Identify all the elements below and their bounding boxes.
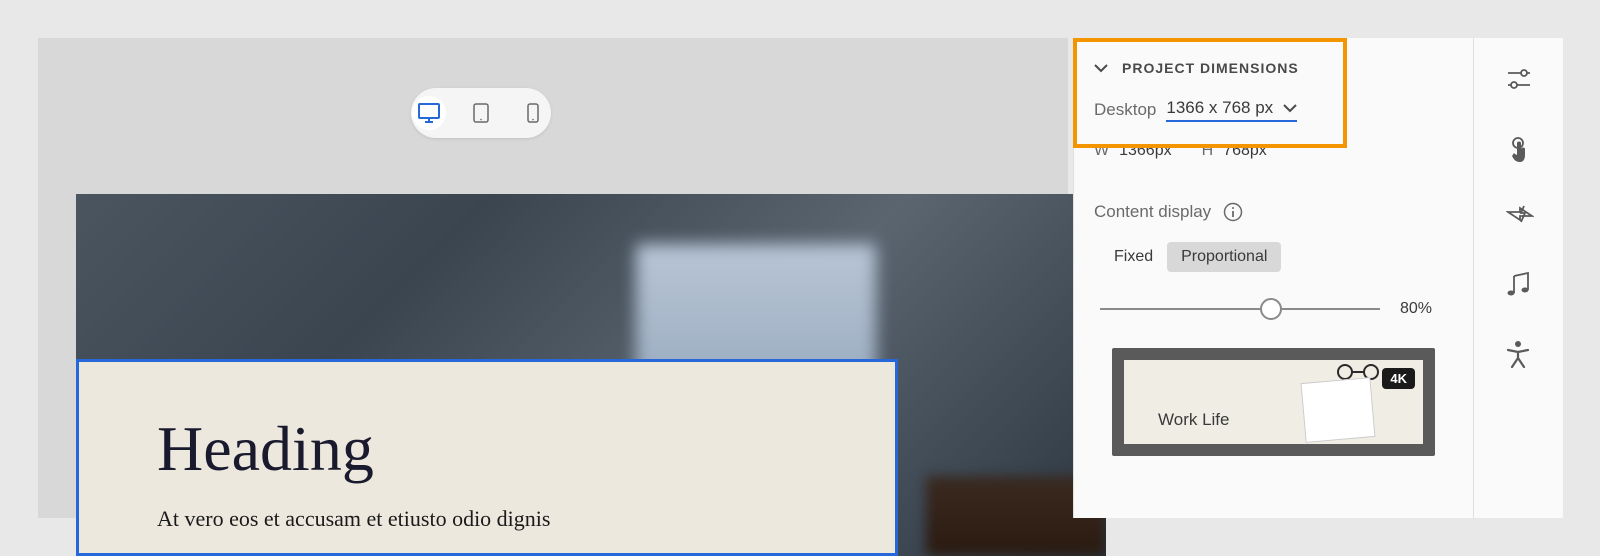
height-label: H <box>1202 142 1214 160</box>
settings-sliders-icon[interactable] <box>1506 68 1532 94</box>
dimensions-row: W 1366px H 768px <box>1094 142 1453 160</box>
notebook-graphic <box>1301 377 1376 443</box>
width-value[interactable]: 1366px <box>1119 142 1172 160</box>
display-toggle: Fixed Proportional <box>1100 242 1453 272</box>
canvas-area: Heading At vero eos et accusam et etiust… <box>38 38 1068 518</box>
text-card[interactable]: Heading At vero eos et accusam et etiust… <box>76 359 898 556</box>
phone-icon <box>527 103 539 123</box>
flash-icon[interactable] <box>1506 204 1532 230</box>
toggle-proportional[interactable]: Proportional <box>1167 242 1281 272</box>
device-tablet-button[interactable] <box>464 96 498 130</box>
touch-icon[interactable] <box>1506 136 1532 162</box>
scale-value: 80% <box>1400 300 1432 318</box>
resolution-dropdown[interactable]: 1366 x 768 px <box>1166 98 1297 122</box>
right-icon-rail <box>1473 38 1563 518</box>
slider-thumb[interactable] <box>1260 298 1282 320</box>
scale-slider[interactable] <box>1100 308 1380 310</box>
chevron-down-icon <box>1094 64 1108 73</box>
width-label: W <box>1094 142 1109 160</box>
resolution-value: 1366 x 768 px <box>1166 98 1273 118</box>
device-switcher <box>411 88 551 138</box>
accessibility-icon[interactable] <box>1506 340 1532 366</box>
music-icon[interactable] <box>1506 272 1532 298</box>
4k-badge: 4K <box>1382 368 1415 389</box>
preview-title: Work Life <box>1158 410 1423 430</box>
device-desktop-button[interactable] <box>412 96 446 130</box>
chevron-down-icon <box>1283 104 1297 113</box>
device-label: Desktop <box>1094 100 1156 120</box>
tablet-icon <box>473 103 489 123</box>
properties-panel: PROJECT DIMENSIONS Desktop 1366 x 768 px… <box>1073 38 1473 518</box>
card-subtext: At vero eos et accusam et etiusto odio d… <box>157 506 817 532</box>
height-value[interactable]: 768px <box>1223 142 1267 160</box>
section-header[interactable]: PROJECT DIMENSIONS <box>1094 60 1453 76</box>
section-title: PROJECT DIMENSIONS <box>1122 60 1299 76</box>
card-heading: Heading <box>157 412 817 486</box>
desktop-icon <box>418 103 440 123</box>
info-icon[interactable] <box>1223 202 1243 222</box>
device-phone-button[interactable] <box>516 96 550 130</box>
preview-card[interactable]: 4K Work Life <box>1112 348 1435 456</box>
toggle-fixed[interactable]: Fixed <box>1100 242 1167 272</box>
content-display-label: Content display <box>1094 202 1211 222</box>
